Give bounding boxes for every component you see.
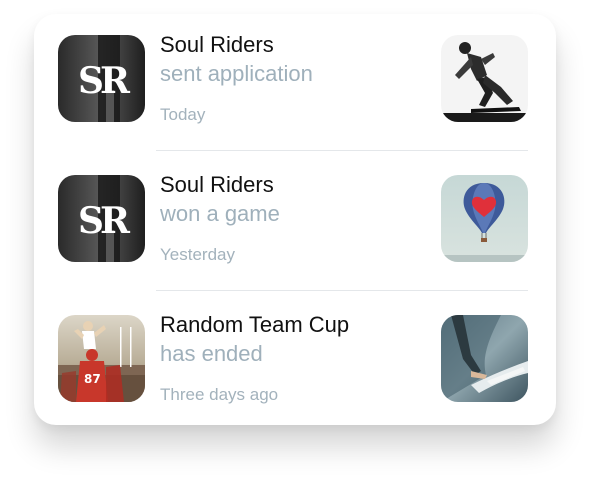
notification-time: Yesterday	[160, 245, 235, 264]
notification-title: Soul Riders	[160, 172, 274, 197]
notification-item[interactable]: S R Soul Riders won a game Yesterday	[34, 154, 556, 294]
svg-text:R: R	[100, 200, 131, 242]
divider	[156, 150, 528, 151]
notification-action: sent application	[160, 61, 313, 86]
football-team-photo-icon: 87	[58, 315, 145, 402]
divider	[156, 290, 528, 291]
notification-action: has ended	[160, 341, 263, 366]
svg-text:87: 87	[84, 372, 101, 386]
notification-time: Today	[160, 105, 206, 124]
svg-text:R: R	[100, 60, 131, 102]
notification-title: Random Team Cup	[160, 312, 350, 337]
notification-title: Soul Riders	[160, 32, 274, 57]
soul-riders-logo-icon: S R	[58, 175, 145, 262]
notification-time: Three days ago	[160, 385, 279, 404]
notification-action: won a game	[160, 201, 280, 226]
notification-item[interactable]: S R Soul Riders sent application Today	[34, 14, 556, 154]
surfer-photo-icon	[441, 315, 528, 402]
hot-air-balloon-photo-icon	[441, 175, 528, 262]
soul-riders-logo-icon: S R	[58, 35, 145, 122]
skater-photo-icon	[441, 35, 528, 122]
notification-card: S R Soul Riders sent application Today S…	[34, 14, 556, 425]
notification-item[interactable]: 87 Random Team Cup has ended Three days …	[34, 294, 556, 425]
